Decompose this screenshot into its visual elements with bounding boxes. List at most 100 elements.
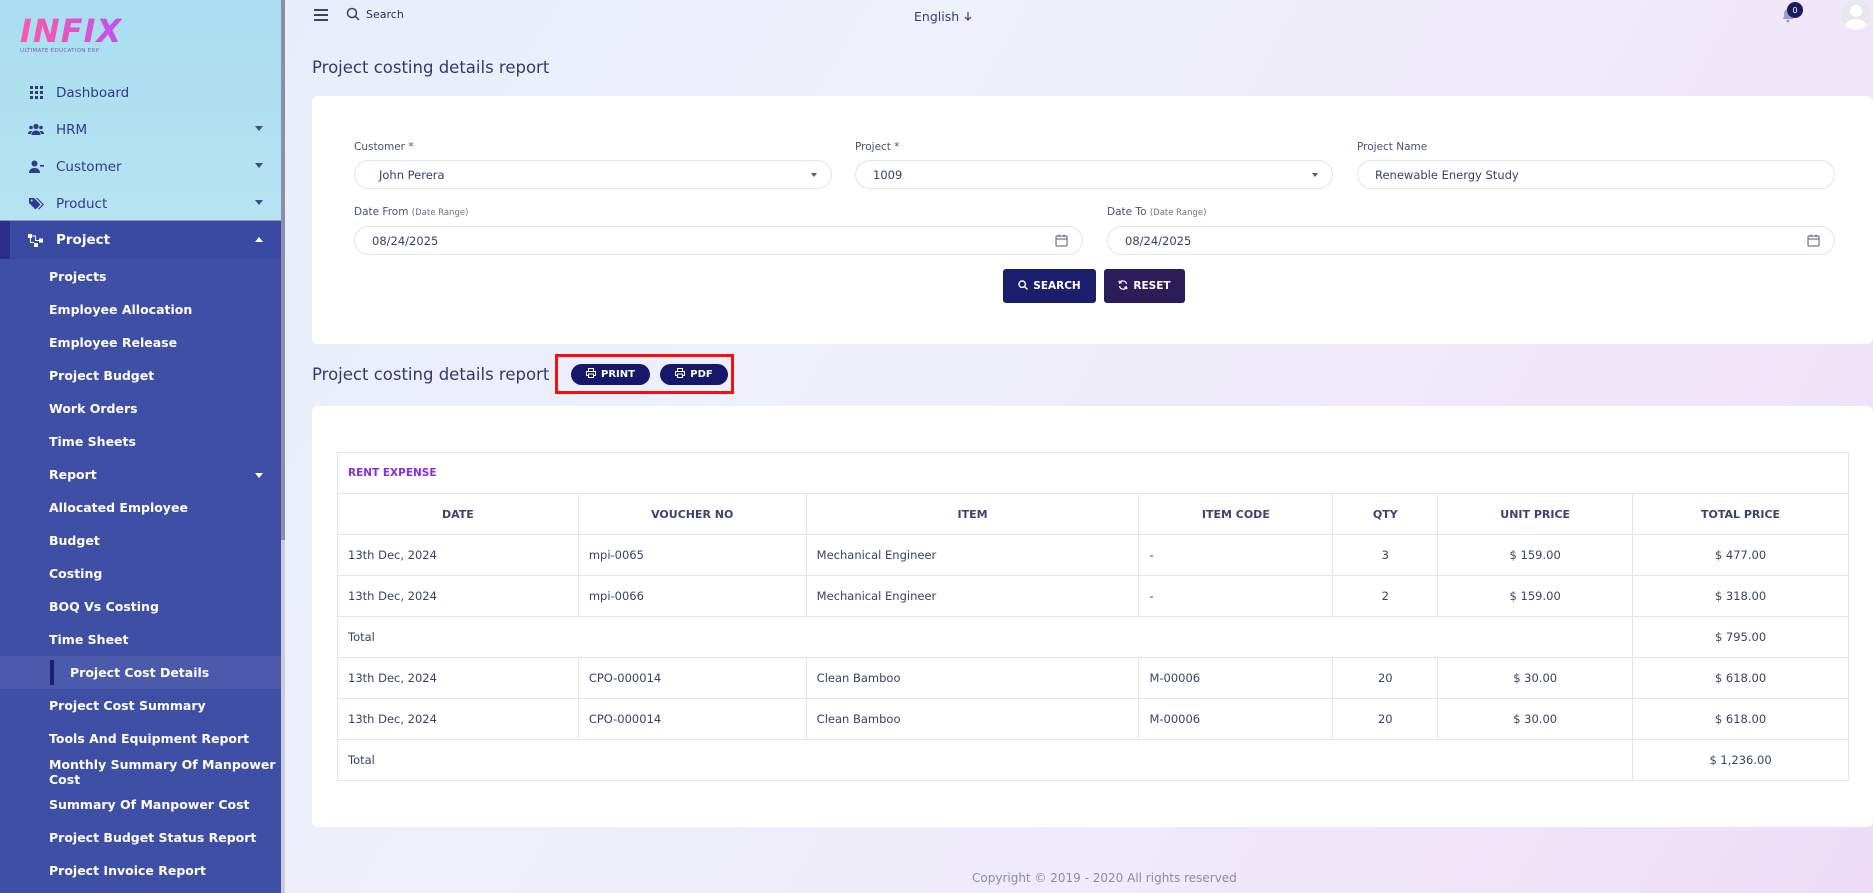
- language-selector[interactable]: English: [914, 9, 973, 24]
- sidebar-item-projects[interactable]: Projects: [0, 260, 281, 293]
- cell-qty: 20: [1332, 698, 1439, 740]
- project-name-label: Project Name: [1357, 141, 1428, 153]
- report-table: RENT EXPENSE DATE VOUCHER NO ITEM ITEM C…: [336, 452, 1849, 781]
- cell-unit-price: $ 30.00: [1437, 657, 1634, 699]
- tag-icon: [28, 196, 44, 212]
- sidebar-item-time-sheet[interactable]: Time Sheet: [0, 623, 281, 656]
- sidebar-item-hrm[interactable]: HRM: [0, 111, 281, 148]
- reset-button-label: RESET: [1133, 280, 1171, 292]
- total-row: Total $ 795.00: [336, 616, 1849, 658]
- search-input[interactable]: [366, 4, 506, 24]
- sidebar-item-budget[interactable]: Budget: [0, 524, 281, 557]
- date-from-input[interactable]: 08/24/2025: [354, 226, 1083, 255]
- project-select[interactable]: 1009: [855, 160, 1333, 189]
- customer-select[interactable]: John Perera: [354, 160, 832, 189]
- logo-mark: INFIX: [20, 14, 140, 48]
- cell-total-price: $ 477.00: [1632, 534, 1849, 576]
- column-header: DATE: [337, 493, 579, 535]
- footer-copyright: Copyright © 2019 - 2020 All rights reser…: [972, 871, 1237, 885]
- sidebar-item-employee-release[interactable]: Employee Release: [0, 326, 281, 359]
- print-button-label: PRINT: [601, 369, 635, 380]
- date-from-value: 08/24/2025: [372, 233, 439, 248]
- total-label: Total: [336, 739, 1634, 781]
- cell-voucher: CPO-000014: [577, 698, 807, 740]
- sidebar-item-tools-equipment-report[interactable]: Tools And Equipment Report: [0, 722, 281, 755]
- sidebar-item-product[interactable]: Product: [0, 185, 281, 222]
- sidebar-item-label: Dashboard: [56, 84, 130, 101]
- avatar[interactable]: [1841, 0, 1871, 30]
- cell-item-code: M-00006: [1138, 698, 1334, 740]
- sidebar-item-project-cost-details[interactable]: Project Cost Details: [0, 656, 281, 689]
- table-row: 13th Dec, 2024 mpi-0066 Mechanical Engin…: [337, 575, 1849, 617]
- cell-voucher: mpi-0065: [577, 534, 807, 576]
- cell-total-price: $ 618.00: [1632, 657, 1849, 699]
- sidebar-scrollbar[interactable]: [281, 0, 285, 893]
- reset-button[interactable]: RESET: [1104, 269, 1185, 303]
- chevron-down-icon: [255, 126, 263, 131]
- section-label: RENT EXPENSE: [337, 452, 1849, 494]
- sidebar-item-label: HRM: [56, 121, 88, 138]
- cell-qty: 2: [1332, 575, 1439, 617]
- pdf-button-label: PDF: [690, 369, 713, 380]
- users-icon: [28, 122, 44, 138]
- cell-voucher: CPO-000014: [577, 657, 807, 699]
- sidebar-item-customer[interactable]: Customer: [0, 148, 281, 185]
- sidebar-item-allocated-employee[interactable]: Allocated Employee: [0, 491, 281, 524]
- printer-icon: [586, 368, 597, 381]
- date-to-label: Date To (Date Range): [1107, 206, 1206, 218]
- date-from-label: Date From (Date Range): [354, 206, 468, 218]
- sidebar-item-label: Project: [56, 232, 111, 248]
- calendar-icon[interactable]: [1055, 234, 1068, 250]
- sidebar-item-label: Product: [56, 195, 108, 212]
- cell-unit-price: $ 159.00: [1437, 575, 1634, 617]
- sidebar-item-project-budget[interactable]: Project Budget: [0, 359, 281, 392]
- cell-item: Mechanical Engineer: [805, 575, 1140, 617]
- pdf-button[interactable]: PDF: [660, 364, 728, 385]
- cell-item-code: M-00006: [1138, 657, 1334, 699]
- sitemap-icon: [28, 232, 44, 248]
- date-to-input[interactable]: 08/24/2025: [1107, 226, 1835, 255]
- hamburger-menu-icon[interactable]: [314, 9, 328, 21]
- search-button[interactable]: SEARCH: [1003, 269, 1096, 303]
- total-label: Total: [336, 616, 1634, 658]
- sidebar-item-report[interactable]: Report: [0, 458, 281, 491]
- sidebar-item-budget-status-report[interactable]: Project Budget Status Report: [0, 821, 281, 854]
- sidebar-item-project-invoice-report[interactable]: Project Invoice Report: [0, 854, 281, 887]
- date-from-label-text: Date From: [354, 206, 409, 218]
- sidebar-item-project[interactable]: Project: [0, 221, 281, 259]
- project-name-value: Renewable Energy Study: [1375, 167, 1519, 182]
- language-label: English: [914, 9, 960, 24]
- user-icon: [28, 159, 44, 175]
- sidebar-item-label: Customer: [56, 158, 122, 175]
- cell-date: 13th Dec, 2024: [337, 534, 579, 576]
- table-row: 13th Dec, 2024 mpi-0065 Mechanical Engin…: [337, 534, 1849, 576]
- search-icon: [346, 7, 360, 24]
- cell-total-price: $ 318.00: [1632, 575, 1849, 617]
- column-header: VOUCHER NO: [577, 493, 807, 535]
- cell-qty: 20: [1332, 657, 1439, 699]
- print-button[interactable]: PRINT: [571, 364, 650, 385]
- sidebar-item-work-orders[interactable]: Work Orders: [0, 392, 281, 425]
- sidebar-item-time-sheets[interactable]: Time Sheets: [0, 425, 281, 458]
- sidebar-item-project-cost-summary[interactable]: Project Cost Summary: [0, 689, 281, 722]
- cell-date: 13th Dec, 2024: [337, 657, 579, 699]
- logo[interactable]: INFIX ULTIMATE EDUCATION ERP: [20, 14, 140, 56]
- column-header: ITEM: [805, 493, 1140, 535]
- column-header: QTY: [1332, 493, 1439, 535]
- date-to-value: 08/24/2025: [1125, 233, 1192, 248]
- chevron-up-icon: [255, 237, 263, 242]
- sidebar-item-boq-vs-costing[interactable]: BOQ Vs Costing: [0, 590, 281, 623]
- total-value: $ 1,236.00: [1632, 739, 1849, 781]
- cell-voucher: mpi-0066: [577, 575, 807, 617]
- sidebar-item-manpower-cost-summary[interactable]: Summary Of Manpower Cost: [0, 788, 281, 821]
- project-name-field[interactable]: Renewable Energy Study: [1357, 160, 1835, 189]
- sidebar-item-costing[interactable]: Costing: [0, 557, 281, 590]
- calendar-icon[interactable]: [1807, 234, 1820, 250]
- sidebar-item-employee-allocation[interactable]: Employee Allocation: [0, 293, 281, 326]
- scrollbar-thumb[interactable]: [281, 0, 285, 540]
- grid-icon: [28, 85, 44, 101]
- refresh-icon: [1118, 279, 1129, 293]
- sidebar-item-dashboard[interactable]: Dashboard: [0, 74, 281, 111]
- sidebar-item-monthly-manpower-cost[interactable]: Monthly Summary Of Manpower Cost: [0, 755, 281, 788]
- cell-unit-price: $ 159.00: [1437, 534, 1634, 576]
